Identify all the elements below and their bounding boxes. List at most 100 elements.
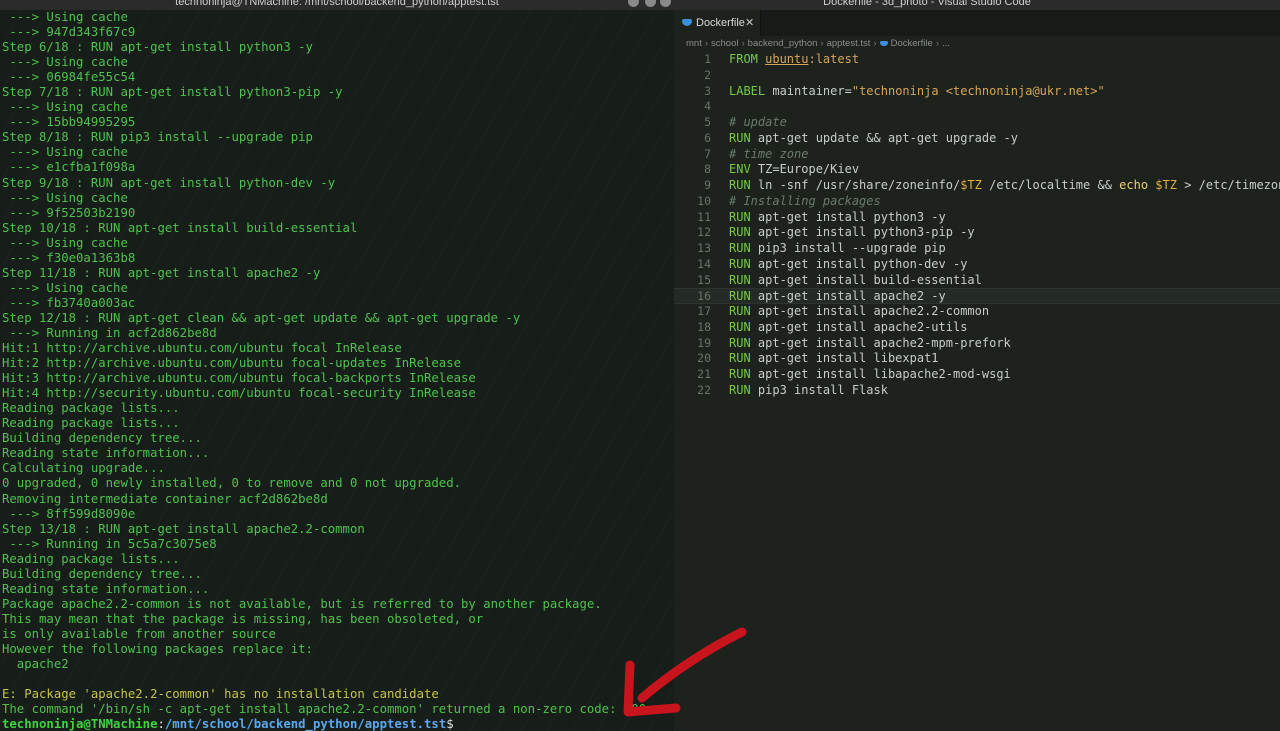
code-token: # time zone — [729, 146, 809, 161]
code-token: FROM — [729, 52, 766, 66]
close-icon[interactable] — [660, 0, 671, 7]
code-token: apt-get update && apt-get upgrade -y — [757, 130, 1018, 145]
terminal-line: ---> 947d343f67c9 — [2, 25, 136, 40]
terminal-line: Hit:1 http://archive.ubuntu.com/ubuntu f… — [2, 341, 402, 356]
line-number: 14 — [697, 256, 711, 271]
code-token: ln -snf /usr/share/zoneinfo/ — [757, 178, 961, 192]
terminal-line: Building dependency tree... — [2, 431, 202, 446]
code-line[interactable]: 10 # Installing packages — [674, 194, 1280, 210]
code-token: /etc/localtime && — [981, 178, 1120, 192]
line-number: 22 — [697, 382, 711, 397]
code-line[interactable]: 12 RUN apt-get install python3-pip -y — [674, 225, 1280, 241]
breadcrumb-item[interactable]: school — [711, 38, 738, 49]
code-text: RUN apt-get install libapache2-mod-wsgi — [729, 367, 1011, 383]
maximize-icon[interactable] — [645, 0, 656, 7]
code-token: apt-get install python-dev -y — [757, 256, 968, 271]
breadcrumb-item[interactable]: apptest.tst — [827, 38, 871, 49]
tab-dockerfile[interactable]: Dockerfile ✕ — [674, 10, 761, 36]
code-line[interactable]: 2 — [674, 68, 1280, 84]
code-line[interactable]: 4 — [674, 99, 1280, 115]
code-text: RUN pip3 install --upgrade pip — [729, 241, 946, 257]
code-text: RUN apt-get update && apt-get upgrade -y — [729, 131, 1018, 147]
terminal-window[interactable]: technoninja@TNMachine: /mnt/school/backe… — [0, 0, 674, 731]
code-line[interactable]: 13 RUN pip3 install --upgrade pip — [674, 241, 1280, 257]
terminal-line: Reading state information... — [2, 446, 210, 461]
code-token: TZ=Europe/Kiev — [757, 162, 860, 177]
breadcrumb-item[interactable]: Dockerfile — [891, 38, 933, 49]
vscode-titlebar: Dockerfile - 3d_photo - Visual Studio Co… — [674, 0, 1280, 10]
line-number: 19 — [697, 335, 711, 350]
breadcrumb-item[interactable]: ... — [942, 38, 950, 49]
code-token: apt-get install python3-pip -y — [757, 225, 975, 240]
line-number: 12 — [697, 225, 711, 240]
docker-icon — [682, 19, 692, 26]
code-text: # time zone — [729, 147, 808, 163]
line-number: 15 — [697, 272, 711, 287]
minimize-icon[interactable] — [628, 0, 639, 7]
code-line[interactable]: 7 # time zone — [674, 147, 1280, 163]
terminal-line: apache2 — [2, 657, 69, 672]
code-line[interactable]: 18 RUN apt-get install apache2-utils — [674, 320, 1280, 336]
code-line[interactable]: 21 RUN apt-get install libapache2-mod-wsg… — [674, 367, 1280, 383]
code-line[interactable]: 11 RUN apt-get install python3 -y — [674, 210, 1280, 226]
line-number: 2 — [704, 67, 711, 82]
code-line[interactable]: 3 LABEL maintainer="technoninja <technoni… — [674, 84, 1280, 100]
code-text: ENV TZ=Europe/Kiev — [729, 162, 859, 178]
code-token: apt-get install apache2.2-common — [757, 304, 990, 318]
close-tab-icon[interactable]: ✕ — [745, 10, 754, 36]
breadcrumb-item[interactable]: mnt — [686, 38, 702, 49]
prompt-symbol: $ — [446, 717, 454, 731]
code-line[interactable]: 19 RUN apt-get install apache2-mpm-prefor… — [674, 336, 1280, 352]
terminal-line: Step 13/18 : RUN apt-get install apache2… — [2, 521, 365, 536]
code-editor[interactable]: 1 FROM ubuntu:latest 2 3 LABEL maintainer="t… — [674, 52, 1280, 399]
code-line[interactable]: 22 RUN pip3 install Flask — [674, 383, 1280, 399]
terminal-line: ---> 8ff599d8090e — [2, 506, 136, 521]
terminal-line: Reading state information... — [2, 581, 210, 596]
breadcrumb-separator-icon: › — [873, 38, 877, 49]
terminal-line: Reading package lists... — [2, 416, 180, 431]
terminal-line: Calculating upgrade... — [2, 461, 165, 476]
terminal-line: ---> Using cache — [2, 100, 128, 115]
code-token: maintainer= — [772, 83, 852, 98]
code-line[interactable]: 9 RUN ln -snf /usr/share/zoneinfo/$TZ /et… — [674, 178, 1280, 194]
terminal-line: ---> Running in acf2d862be8d — [2, 325, 217, 340]
code-token: apt-get install libapache2-mod-wsgi — [757, 367, 1011, 381]
code-line[interactable]: 16 RUN apt-get install apache2 -y — [674, 288, 1280, 304]
vscode-window[interactable]: Dockerfile - 3d_photo - Visual Studio Co… — [674, 0, 1280, 731]
code-token: ENV — [729, 162, 758, 177]
code-token: RUN — [729, 351, 758, 366]
code-line[interactable]: 8 ENV TZ=Europe/Kiev — [674, 162, 1280, 178]
code-token: RUN — [729, 335, 758, 350]
code-token: apt-get install build-essential — [757, 272, 982, 287]
breadcrumb-item[interactable]: backend_python — [748, 38, 818, 49]
code-token: RUN — [729, 225, 758, 240]
code-text: # update — [729, 115, 787, 131]
code-line[interactable]: 1 FROM ubuntu:latest — [674, 52, 1280, 68]
breadcrumb-separator-icon: › — [820, 38, 824, 49]
terminal-line: Step 8/18 : RUN pip3 install --upgrade p… — [2, 130, 313, 145]
line-number: 21 — [697, 367, 711, 381]
code-token: echo — [1119, 178, 1156, 192]
code-line[interactable]: 20 RUN apt-get install libexpat1 — [674, 351, 1280, 367]
terminal-line: This may mean that the package is missin… — [2, 611, 484, 626]
terminal-line: ---> fb3740a003ac — [2, 295, 136, 310]
code-token: RUN — [729, 319, 758, 334]
code-line[interactable]: 6 RUN apt-get update && apt-get upgrade -… — [674, 131, 1280, 147]
code-line[interactable]: 5 # update — [674, 115, 1280, 131]
line-number: 18 — [697, 319, 711, 334]
code-token: RUN — [729, 209, 758, 224]
terminal-line: Step 9/18 : RUN apt-get install python-d… — [2, 175, 336, 190]
terminal-prompt[interactable]: technoninja@TNMachine:/mnt/school/backen… — [2, 717, 674, 731]
code-text: FROM ubuntu:latest — [729, 52, 859, 68]
line-number: 9 — [704, 178, 711, 192]
code-text: RUN pip3 install Flask — [729, 383, 888, 399]
code-line[interactable]: 17 RUN apt-get install apache2.2-common — [674, 304, 1280, 320]
terminal-line: ---> Using cache — [2, 280, 128, 295]
code-line[interactable]: 14 RUN apt-get install python-dev -y — [674, 257, 1280, 273]
line-number: 11 — [697, 209, 711, 224]
code-token: RUN — [729, 178, 758, 192]
terminal-line: ---> 06984fe55c54 — [2, 70, 136, 85]
code-token: > /etc/timezone — [1184, 178, 1280, 192]
code-line[interactable]: 15 RUN apt-get install build-essential — [674, 273, 1280, 289]
